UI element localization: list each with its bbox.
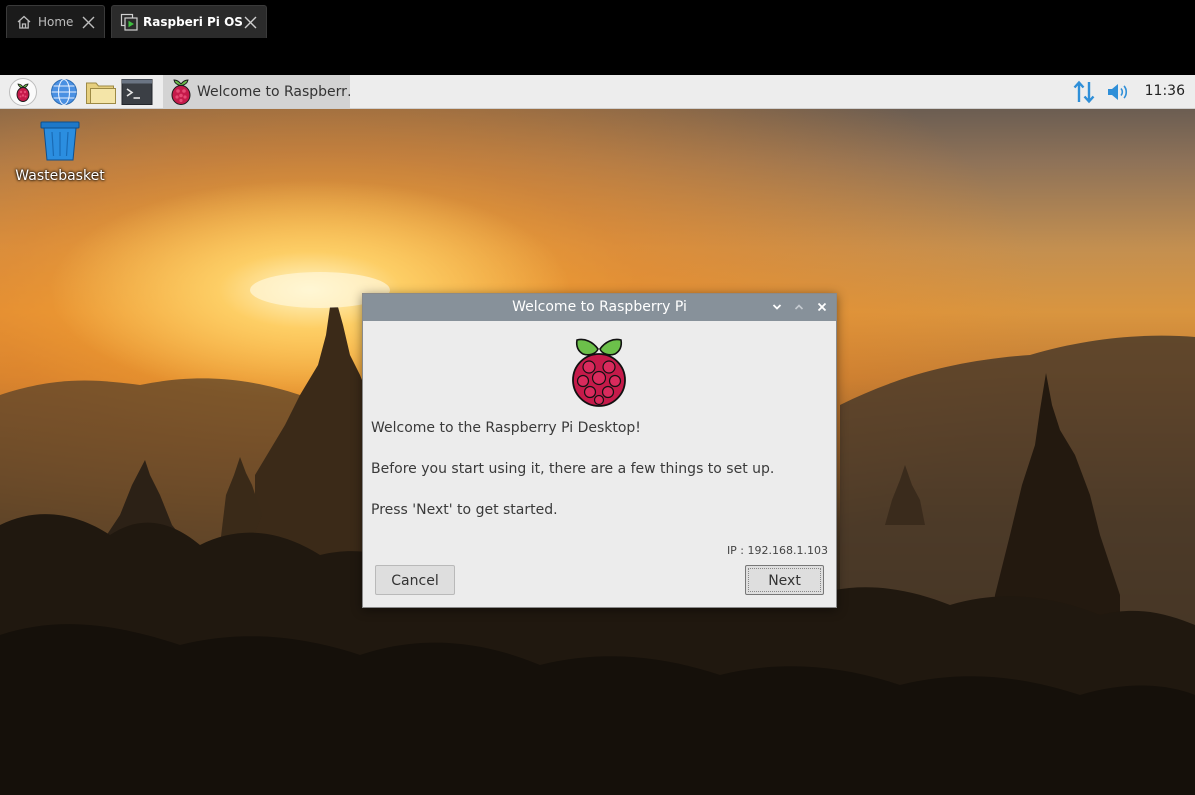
network-arrows-icon[interactable] (1070, 75, 1098, 108)
close-icon[interactable] (80, 14, 96, 30)
terminal-icon[interactable] (120, 77, 154, 107)
tab-raspberry-pi-os-label: Raspberi Pi OS (143, 15, 243, 29)
dialog-titlebar[interactable]: Welcome to Raspberry Pi (363, 294, 836, 321)
close-icon[interactable] (814, 299, 830, 315)
tab-home[interactable]: Home (6, 5, 105, 38)
welcome-dialog: Welcome to Raspberry Pi Welcome to the R… (362, 293, 837, 608)
volume-icon[interactable] (1104, 75, 1134, 108)
tab-raspberry-pi-os[interactable]: Raspberi Pi OS (111, 5, 267, 38)
ip-address-text: IP : 192.168.1.103 (726, 544, 828, 557)
clock[interactable]: 11:36 (1145, 75, 1185, 108)
wastebasket-icon (40, 121, 80, 161)
dialog-setup-text: Before you start using it, there are a f… (371, 461, 775, 477)
next-button[interactable]: Next (745, 565, 824, 595)
wastebasket-label: Wastebasket (15, 168, 105, 184)
cancel-button[interactable]: Cancel (375, 565, 455, 595)
raspberry-pi-logo (572, 338, 626, 407)
tab-home-label: Home (38, 15, 74, 29)
maximize-icon[interactable] (791, 299, 807, 315)
home-icon (15, 13, 33, 31)
minimize-icon[interactable] (769, 299, 785, 315)
desktop[interactable]: Welcome to Raspberr… 11:36 Wastebasket W… (0, 75, 1195, 795)
raspberry-menu-icon[interactable] (6, 77, 40, 107)
close-icon[interactable] (243, 14, 258, 30)
dialog-title: Welcome to Raspberry Pi (512, 299, 687, 315)
desktop-icon-wastebasket[interactable]: Wastebasket (14, 120, 106, 184)
web-browser-icon[interactable] (48, 77, 80, 107)
host-tab-bar: Home Raspberi Pi OS (0, 0, 1195, 75)
taskbar-window-label: Welcome to Raspberr… (197, 83, 350, 100)
vm-play-icon (120, 13, 138, 31)
taskbar-window-welcome[interactable]: Welcome to Raspberr… (163, 75, 350, 108)
taskbar-panel: Welcome to Raspberr… 11:36 (0, 75, 1195, 109)
file-manager-icon[interactable] (84, 77, 118, 107)
raspberry-pi-icon (169, 78, 193, 106)
dialog-next-hint-text: Press 'Next' to get started. (371, 502, 558, 518)
dialog-welcome-text: Welcome to the Raspberry Pi Desktop! (371, 420, 641, 436)
